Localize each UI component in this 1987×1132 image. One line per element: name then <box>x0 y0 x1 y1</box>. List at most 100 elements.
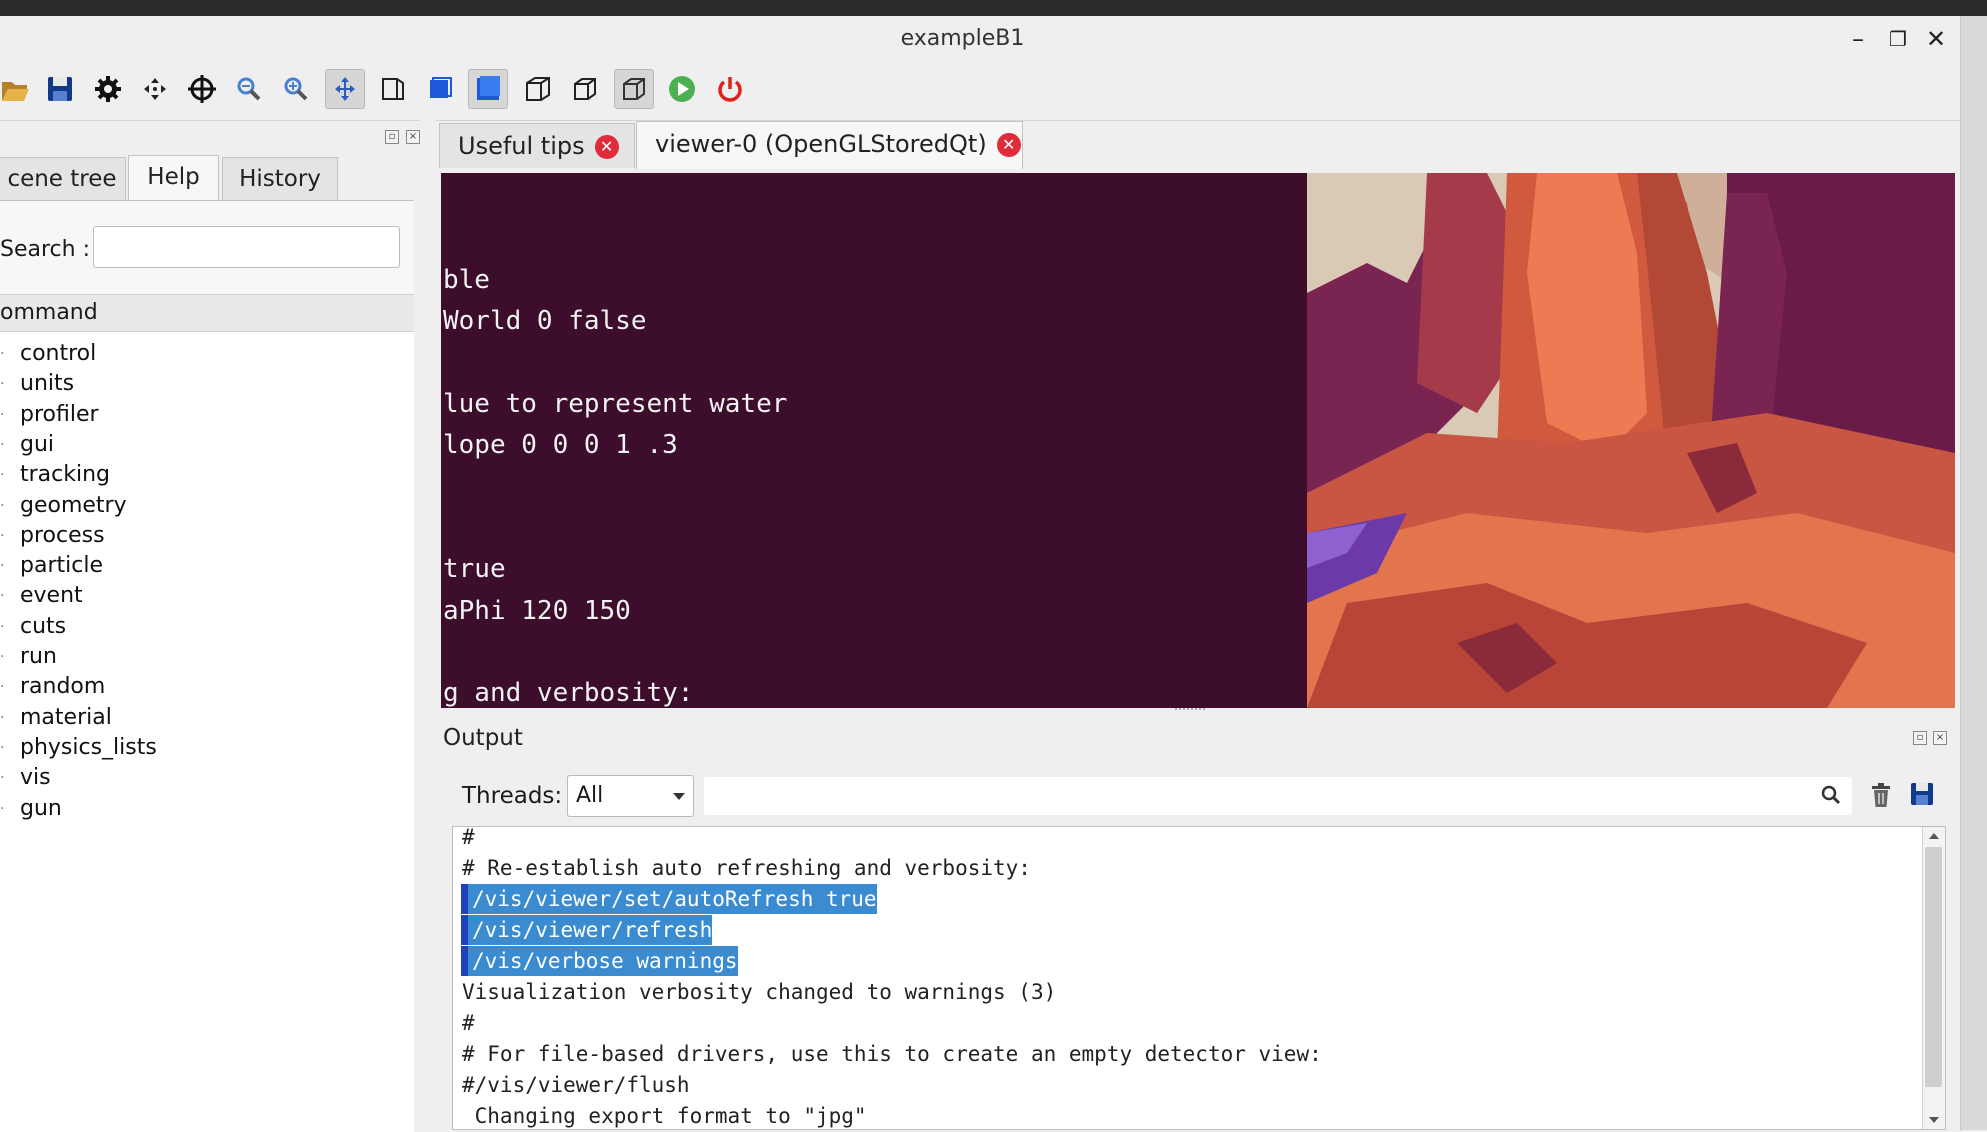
open-folder-icon[interactable] <box>0 69 35 109</box>
terminal-line: lope 0 0 0 1 .3 <box>443 430 678 460</box>
tab-help[interactable]: Help <box>128 155 219 200</box>
output-filter-input[interactable] <box>704 777 1852 815</box>
tab-viewer[interactable]: viewer-0 (OpenGLStoredQt) ✕ <box>636 121 1023 169</box>
output-line-selected: /vis/verbose warnings <box>461 946 738 976</box>
command-tree-item[interactable]: control <box>20 339 96 369</box>
tab-scene-tree[interactable]: cene tree <box>0 157 126 200</box>
window-edge <box>1960 16 1987 1130</box>
help-pane: Search : ommand · control · units · profiler ·… <box>0 200 414 1132</box>
chevron-down-icon <box>673 793 685 800</box>
command-tree[interactable]: ommand · control · units · profiler · gui · track… <box>0 294 414 1132</box>
search-icon[interactable] <box>1820 784 1842 806</box>
command-tree-item[interactable]: gun <box>20 794 62 824</box>
tab-useful-tips[interactable]: Useful tips ✕ <box>439 123 635 168</box>
tree-branch-marker: · <box>0 649 5 665</box>
zoom-in-icon[interactable] <box>276 69 316 109</box>
opengl-viewer[interactable]: ble World 0 false lue to represent water… <box>441 173 1955 708</box>
move-icon[interactable] <box>135 69 175 109</box>
command-tree-item[interactable]: cuts <box>20 612 66 642</box>
terminal-line: lue to represent water <box>443 389 788 419</box>
close-icon[interactable]: ✕ <box>1923 26 1949 52</box>
dock-close-icon[interactable]: × <box>1933 731 1947 745</box>
output-title: Output <box>443 725 523 751</box>
tree-branch-marker: · <box>0 558 5 575</box>
tree-branch-marker: · <box>0 679 5 696</box>
command-tree-item[interactable]: units <box>20 369 74 399</box>
command-tree-item[interactable]: gui <box>20 430 54 460</box>
exit-icon[interactable] <box>710 69 750 109</box>
scroll-up-icon[interactable] <box>1929 833 1939 839</box>
tree-branch-marker: · <box>0 618 5 635</box>
command-tree-item[interactable]: particle <box>20 551 103 581</box>
save-output-icon[interactable] <box>1910 782 1934 806</box>
minimize-icon[interactable]: – <box>1845 26 1871 52</box>
tree-branch-marker: · <box>0 527 5 544</box>
perspective-icon[interactable] <box>373 69 413 109</box>
scrollbar-thumb[interactable] <box>1925 847 1942 1087</box>
close-tab-icon[interactable]: ✕ <box>996 133 1021 157</box>
trash-icon[interactable] <box>1869 782 1893 808</box>
output-line: # For file-based drivers, use this to cr… <box>462 1042 1322 1066</box>
terminal-line: aPhi 120 150 <box>443 596 631 626</box>
command-tree-item[interactable]: physics_lists <box>20 733 157 763</box>
command-tree-item[interactable]: process <box>20 521 105 551</box>
tree-branch-marker: · <box>0 497 5 514</box>
output-line: # Re-establish auto refreshing and verbo… <box>462 856 1031 880</box>
tree-branch-marker: · <box>0 709 5 726</box>
dock-float-icon[interactable]: ▫ <box>385 130 399 144</box>
tab-viewer-label: viewer-0 (OpenGLStoredQt) <box>655 130 987 158</box>
command-tree-item[interactable]: geometry <box>20 491 127 521</box>
tree-branch-marker: · <box>0 467 5 484</box>
terminal-line: World 0 false <box>443 306 647 336</box>
dock-close-icon[interactable]: × <box>406 130 420 144</box>
terminal-line: ble <box>443 265 490 295</box>
tree-branch-marker: · <box>0 588 5 605</box>
dock-splitter[interactable] <box>420 120 436 1130</box>
vertical-scrollbar[interactable] <box>1922 827 1945 1129</box>
command-tree-item[interactable]: tracking <box>20 460 110 490</box>
window-title: exampleB1 <box>900 26 1025 51</box>
output-text-area[interactable]: # # Re-establish auto refreshing and verb… <box>452 826 1946 1130</box>
system-top-bar <box>0 0 1987 16</box>
ortho-icon[interactable] <box>420 69 460 109</box>
surface-style-icon[interactable] <box>468 69 508 109</box>
command-tree-item[interactable]: material <box>20 703 112 733</box>
tree-branch-marker: · <box>0 376 5 393</box>
hidden-line-icon[interactable] <box>565 69 605 109</box>
tree-branch-marker: · <box>0 436 5 453</box>
dock-float-icon[interactable]: ▫ <box>1913 731 1927 745</box>
output-line: Visualization verbosity changed to warni… <box>462 980 1057 1004</box>
run-icon[interactable] <box>662 69 702 109</box>
output-line: # <box>462 826 475 849</box>
wireframe-icon[interactable] <box>518 69 558 109</box>
tree-branch-marker: · <box>0 739 5 756</box>
desert-wallpaper-image <box>1307 173 1955 708</box>
toolbar <box>0 62 1960 121</box>
output-line-selected: /vis/viewer/set/autoRefresh true <box>461 884 877 914</box>
output-line: # <box>462 1011 475 1035</box>
settings-gear-icon[interactable] <box>88 69 128 109</box>
threads-label: Threads: <box>462 783 563 809</box>
threads-select[interactable]: All <box>567 775 694 817</box>
command-tree-item[interactable]: profiler <box>20 400 99 430</box>
command-tree-item[interactable]: event <box>20 581 83 611</box>
command-tree-item[interactable]: random <box>20 672 105 702</box>
save-icon[interactable] <box>40 69 80 109</box>
scroll-down-icon[interactable] <box>1929 1117 1939 1123</box>
threads-select-value: All <box>576 783 604 808</box>
splitter-handle[interactable] <box>1175 708 1205 716</box>
hidden-surface-icon[interactable] <box>614 69 654 109</box>
tab-history[interactable]: History <box>222 157 338 200</box>
zoom-out-icon[interactable] <box>229 69 269 109</box>
restore-icon[interactable]: ❐ <box>1885 26 1911 52</box>
tree-branch-marker: · <box>0 800 5 817</box>
command-tree-item[interactable]: run <box>20 642 57 672</box>
search-input[interactable] <box>93 226 400 268</box>
terminal-line: g and verbosity: <box>443 678 694 708</box>
close-tab-icon[interactable]: ✕ <box>594 135 619 159</box>
output-line-selected: /vis/viewer/refresh <box>461 915 713 945</box>
tree-branch-marker: · <box>0 346 5 362</box>
command-tree-item[interactable]: vis <box>20 763 51 793</box>
pick-crosshair-icon[interactable] <box>182 69 222 109</box>
rotate-icon[interactable] <box>325 69 365 109</box>
